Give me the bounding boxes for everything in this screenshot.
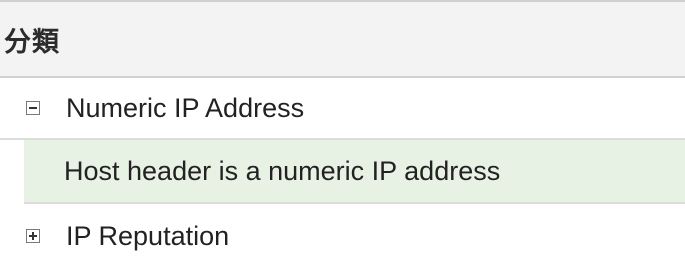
tree-group-label[interactable]: Numeric IP Address <box>66 93 304 124</box>
tree-group-row-numeric-ip-address[interactable]: Numeric IP Address <box>0 78 685 140</box>
tree-group-label[interactable]: IP Reputation <box>66 221 229 252</box>
page: 分類 Numeric IP Address Host header is a n… <box>0 0 685 266</box>
column-header-category[interactable]: 分類 <box>4 20 60 59</box>
tree-child-label[interactable]: Host header is a numeric IP address <box>64 156 500 187</box>
tree-child-row-host-header-numeric-ip[interactable]: Host header is a numeric IP address <box>24 140 685 204</box>
expand-plus-icon[interactable] <box>26 229 40 243</box>
tree-group-row-ip-reputation[interactable]: IP Reputation <box>0 204 685 266</box>
category-tree-table: 分類 Numeric IP Address Host header is a n… <box>0 0 685 266</box>
collapse-minus-icon[interactable] <box>26 101 40 115</box>
table-header: 分類 <box>0 2 685 78</box>
